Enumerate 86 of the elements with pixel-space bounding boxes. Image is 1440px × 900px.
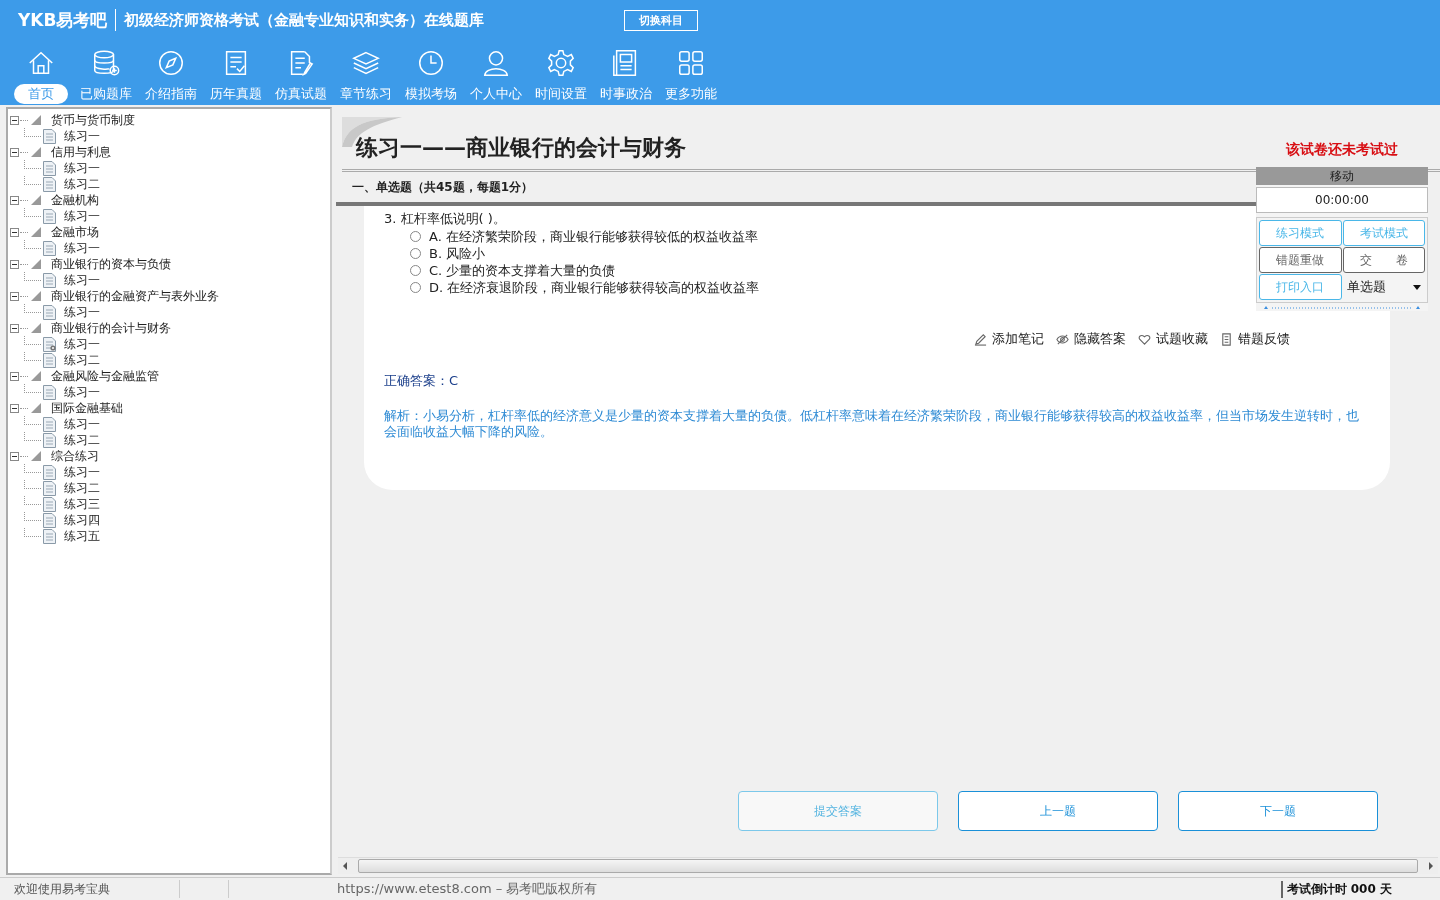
answer-analysis: 解析：小易分析，杠杆率低的经济意义是少量的资本支撑着大量的负债。低杠杆率意味着在经济繁荣阶段，商业银行能够获得较高的权益收益率，但当市场发生逆转时，也会面临收益大幅下降的风险。 <box>384 408 1360 440</box>
triangle-icon <box>31 323 41 333</box>
tree-chapter[interactable]: 金融机构 <box>51 191 99 209</box>
triangle-icon <box>31 291 41 301</box>
collapse-icon[interactable] <box>10 291 19 301</box>
eye-icon[interactable] <box>1056 332 1069 346</box>
action-link[interactable]: 试题收藏 <box>1156 330 1208 348</box>
triangle-icon <box>31 259 41 269</box>
tree-exercise[interactable]: 练习一 <box>64 207 100 225</box>
pencil-icon[interactable] <box>974 332 987 346</box>
triangle-icon <box>31 371 41 381</box>
tree-chapter[interactable]: 金融市场 <box>51 223 99 241</box>
option-text[interactable]: B. 风险小 <box>429 244 486 263</box>
tree-exercise[interactable]: 练习一 <box>64 127 100 145</box>
tree-chapter[interactable]: 金融风险与金融监管 <box>51 367 159 385</box>
triangle-icon <box>31 195 41 205</box>
triangle-icon <box>31 403 41 413</box>
tree-exercise[interactable]: 练习一 <box>64 271 100 289</box>
option-text[interactable]: D. 在经济衰退阶段，商业银行能够获得较高的权益收益率 <box>429 278 760 297</box>
welcome-text: 欢迎使用易考宝典 <box>13 880 111 898</box>
exam-status: 该试卷还未考试过 <box>1286 141 1398 159</box>
exam-title: 练习一——商业银行的会计与财务 <box>356 133 686 162</box>
tree-exercise[interactable]: 练习一 <box>64 239 100 257</box>
collapse-icon[interactable] <box>10 403 19 413</box>
collapse-icon[interactable] <box>10 115 19 125</box>
tree-exercise[interactable]: 练习一 <box>64 335 100 353</box>
correct-answer: 正确答案：C <box>384 372 460 390</box>
tree-chapter[interactable]: 货币与货币制度 <box>51 111 135 129</box>
radio-button[interactable] <box>410 248 421 259</box>
triangle-icon <box>31 115 41 125</box>
heart-icon[interactable] <box>1138 332 1151 346</box>
panel-title[interactable]: 移动 <box>1256 167 1428 185</box>
nav-button[interactable]: 下一题 <box>1178 791 1378 831</box>
nav-button[interactable]: 上一题 <box>958 791 1158 831</box>
tree-chapter[interactable]: 信用与利息 <box>51 143 111 161</box>
tree-exercise[interactable]: 练习一 <box>64 383 100 401</box>
radio-button[interactable] <box>410 282 421 293</box>
tree-chapter[interactable]: 国际金融基础 <box>51 399 123 417</box>
question-text: 3. 杠杆率低说明( )。 <box>384 210 507 228</box>
action-link[interactable]: 隐藏答案 <box>1074 330 1126 348</box>
collapse-icon[interactable] <box>10 451 19 461</box>
tree-exercise[interactable]: 练习一 <box>64 303 100 321</box>
action-link[interactable]: 错题反馈 <box>1238 330 1290 348</box>
tree-chapter[interactable]: 综合练习 <box>51 447 99 465</box>
tree-chapter[interactable]: 商业银行的会计与财务 <box>51 319 171 337</box>
collapse-icon[interactable] <box>10 371 19 381</box>
copyright-text: https://www.etest8.com – 易考吧版权所有 <box>337 880 598 898</box>
triangle-icon <box>31 147 41 157</box>
caret-icon <box>1413 284 1421 290</box>
triangle-icon <box>31 451 41 461</box>
tree-chapter[interactable]: 商业银行的金融资产与表外业务 <box>51 287 219 305</box>
scroll-left-icon[interactable] <box>342 862 348 870</box>
tree-exercise[interactable]: 练习四 <box>64 511 100 529</box>
option-text[interactable]: A. 在经济繁荣阶段，商业银行能够获得较低的权益收益率 <box>429 227 758 246</box>
triangle-icon <box>31 227 41 237</box>
tree-exercise[interactable]: 练习二 <box>64 479 100 497</box>
tree-exercise[interactable]: 练习五 <box>64 527 100 545</box>
action-link[interactable]: 添加笔记 <box>992 330 1044 348</box>
tree-exercise[interactable]: 练习一 <box>64 159 100 177</box>
section-heading: 一、单选题（共45题，每题1分） <box>352 178 534 196</box>
timer-display: 00:00:00 <box>1256 187 1428 213</box>
collapse-icon[interactable] <box>10 195 19 205</box>
tree-chapter[interactable]: 商业银行的资本与负债 <box>51 255 171 273</box>
collapse-icon[interactable] <box>10 147 19 157</box>
collapse-icon[interactable] <box>10 227 19 237</box>
radio-button[interactable] <box>410 265 421 276</box>
question-type-select[interactable]: 单选题 <box>1342 274 1425 300</box>
app-logo: YKB易考吧 <box>18 8 108 32</box>
tree-exercise[interactable]: 练习二 <box>64 175 100 193</box>
tree-exercise[interactable]: 练习二 <box>64 431 100 449</box>
panel-resize-handle[interactable] <box>1262 304 1422 310</box>
tree-exercise[interactable]: 练习二 <box>64 351 100 369</box>
collapse-icon[interactable] <box>10 323 19 333</box>
app-title: 初级经济师资格考试（金融专业知识和实务）在线题库 <box>124 10 485 30</box>
countdown-text: 考试倒计时 000 天 <box>1280 880 1392 898</box>
tree-exercise[interactable]: 练习一 <box>64 463 100 481</box>
collapse-icon[interactable] <box>10 259 19 269</box>
radio-button[interactable] <box>410 231 421 242</box>
mode-button[interactable]: 交 卷 <box>1342 247 1425 273</box>
book-icon[interactable] <box>1220 332 1233 346</box>
gear-icon[interactable] <box>545 48 576 78</box>
option-text[interactable]: C. 少量的资本支撑着大量的负债 <box>429 261 616 280</box>
mode-button[interactable]: 错题重做 <box>1259 247 1342 273</box>
tree-exercise[interactable]: 练习三 <box>64 495 100 513</box>
scroll-right-icon[interactable] <box>1428 862 1434 870</box>
tree-exercise[interactable]: 练习一 <box>64 415 100 433</box>
